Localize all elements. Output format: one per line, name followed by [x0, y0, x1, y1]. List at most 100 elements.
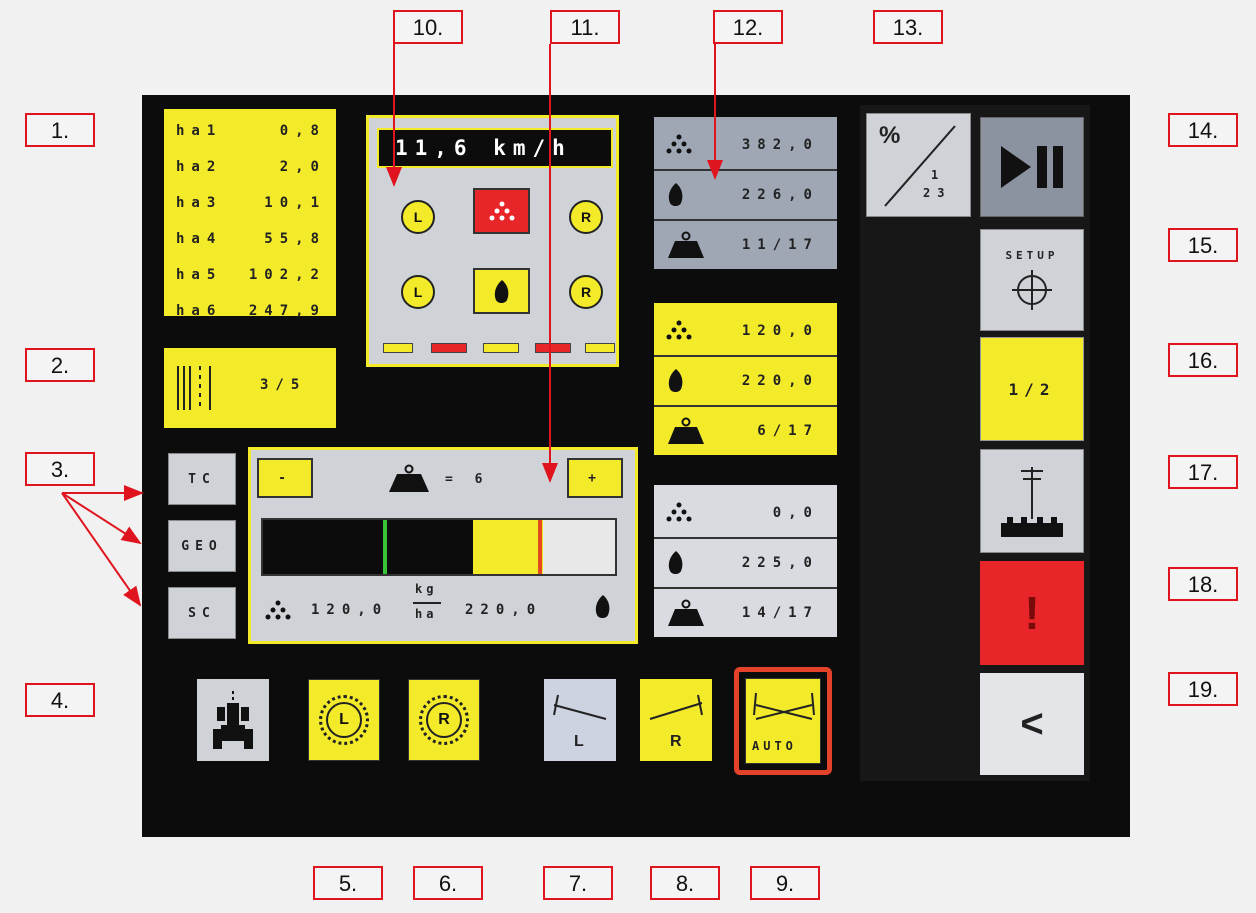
- hectare-row: ha1 0,8: [176, 123, 326, 139]
- callout-10: 10.: [393, 10, 463, 44]
- callout-17: 17.: [1168, 455, 1238, 489]
- crosshair-icon: [1012, 269, 1052, 310]
- hectare-row: ha5 102,2: [176, 267, 326, 283]
- percent-mid: 1: [931, 168, 946, 182]
- tc-button[interactable]: TC: [168, 453, 236, 505]
- dose-minus-button[interactable]: -: [257, 458, 313, 498]
- auto-marker-inner: AUTO: [745, 678, 821, 764]
- seed-icon: [494, 280, 509, 303]
- section-segment: [483, 343, 519, 353]
- fertilizer-icon: [666, 502, 692, 522]
- product-seed-row: 220,0: [654, 363, 837, 399]
- hectare-counters[interactable]: ha1 0,8 ha2 2,0 ha3 10,1 ha4 55,8 ha5 102,2 h…: [164, 109, 336, 319]
- dose-bar-red-marker: [538, 520, 542, 574]
- weight-icon: [668, 417, 704, 444]
- fertilizer-icon: [666, 134, 692, 154]
- seed-hopper-indicator[interactable]: [473, 268, 530, 314]
- tractor-button[interactable]: [197, 679, 269, 761]
- product-fertilizer-row: 0,0: [654, 495, 837, 531]
- dose-bar: [261, 518, 617, 576]
- terminal-screen: ha1 0,8 ha2 2,0 ha3 10,1 ha4 55,8 ha5 102,2 h…: [142, 95, 1130, 837]
- sc-button[interactable]: SC: [168, 587, 236, 639]
- dose-weight-icon: [389, 464, 429, 492]
- left-marker-label: L: [574, 733, 584, 750]
- callout-15: 15.: [1168, 228, 1238, 262]
- product-panel-3[interactable]: 0,0 225,0 14/17: [654, 485, 837, 637]
- seed-icon: [595, 595, 610, 618]
- left-disc-label: L: [326, 702, 362, 738]
- auto-marker-button[interactable]: AUTO: [734, 667, 832, 775]
- callout-8: 8.: [650, 866, 720, 900]
- callout-7: 7.: [543, 866, 613, 900]
- fertilizer-hopper-indicator[interactable]: [473, 188, 530, 234]
- row-counter[interactable]: 3/5: [164, 348, 336, 428]
- left-section-bottom[interactable]: L: [401, 275, 435, 309]
- percent-button[interactable]: % 1 23: [866, 113, 971, 217]
- back-button[interactable]: <: [980, 673, 1084, 775]
- dose-bar-fill: [473, 520, 543, 574]
- left-disc-button[interactable]: L: [308, 679, 380, 761]
- callout-1: 1.: [25, 113, 95, 147]
- separator: [654, 355, 837, 357]
- right-marker-icon: [649, 694, 703, 720]
- product-fertilizer-row: 382,0: [654, 127, 837, 163]
- product-panel-2[interactable]: 120,0 220,0 6/17: [654, 303, 837, 455]
- hectare-row: ha6 247,9: [176, 303, 326, 319]
- weight-icon: [668, 231, 704, 258]
- callout-13: 13.: [873, 10, 943, 44]
- percent-bottom: 23: [923, 186, 952, 200]
- row-counter-value: 3/5: [260, 377, 307, 393]
- callout-12: 12.: [713, 10, 783, 44]
- right-marker-button[interactable]: R: [640, 679, 712, 761]
- tractor-icon: [213, 691, 253, 749]
- unit-bottom: ha: [415, 607, 438, 621]
- speed-display: 11,6 km/h: [377, 128, 613, 168]
- fertilizer-rate: 120,0: [311, 602, 389, 618]
- seed-icon: [668, 369, 683, 392]
- coulter-depth-icon: [1001, 467, 1063, 537]
- lift-button[interactable]: [980, 449, 1084, 553]
- dose-control-panel: - = 6 + 120,0 kg ha 220,0: [248, 447, 638, 644]
- section-segment: [585, 343, 615, 353]
- product-calibration-row: 6/17: [654, 413, 837, 449]
- section-segment: [535, 343, 571, 353]
- dose-plus-button[interactable]: +: [567, 458, 623, 498]
- half-width-button[interactable]: 1/2: [980, 337, 1084, 441]
- callout-14: 14.: [1168, 113, 1238, 147]
- right-section-bottom[interactable]: R: [569, 275, 603, 309]
- dose-bar-white: [543, 520, 615, 574]
- seed-icon: [668, 183, 683, 206]
- hectare-row: ha2 2,0: [176, 159, 326, 175]
- left-marker-button[interactable]: L: [544, 679, 616, 761]
- geo-button[interactable]: GEO: [168, 520, 236, 572]
- right-disc-label: R: [426, 702, 462, 738]
- fertilizer-icon: [489, 201, 515, 221]
- weight-icon: [668, 599, 704, 626]
- section-segment: [431, 343, 467, 353]
- section-segment: [383, 343, 413, 353]
- auto-marker-icon: [753, 692, 815, 720]
- setup-button[interactable]: SETUP: [980, 229, 1084, 331]
- product-fertilizer-row: 120,0: [654, 313, 837, 349]
- product-seed-row: 226,0: [654, 177, 837, 213]
- hectare-row: ha4 55,8: [176, 231, 326, 247]
- play-pause-icon: [1001, 146, 1063, 188]
- speed-value: 11,6 km/h: [395, 136, 572, 160]
- callout-16: 16.: [1168, 343, 1238, 377]
- alarm-button[interactable]: !: [980, 561, 1084, 665]
- callout-4: 4.: [25, 683, 95, 717]
- play-pause-button[interactable]: [980, 117, 1084, 217]
- left-section-top[interactable]: L: [401, 200, 435, 234]
- callout-9: 9.: [750, 866, 820, 900]
- fertilizer-icon: [265, 600, 291, 620]
- product-panel-1[interactable]: 382,0 226,0 11/17: [654, 117, 837, 269]
- right-disc-button[interactable]: R: [408, 679, 480, 761]
- product-calibration-row: 14/17: [654, 595, 837, 631]
- separator: [654, 537, 837, 539]
- unit-divider: [413, 602, 441, 604]
- left-disc-icon: L: [319, 695, 369, 745]
- separator: [654, 587, 837, 589]
- separator: [654, 169, 837, 171]
- right-marker-label: R: [670, 733, 682, 750]
- right-section-top[interactable]: R: [569, 200, 603, 234]
